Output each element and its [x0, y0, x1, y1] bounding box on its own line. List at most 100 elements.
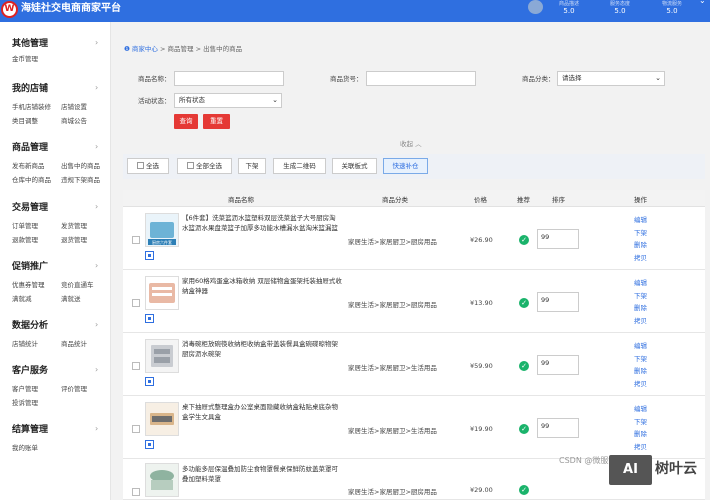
- chevron-right-icon[interactable]: ›: [95, 142, 98, 151]
- sidebar-group-title[interactable]: 商品管理: [12, 142, 48, 154]
- product-code-input[interactable]: [366, 71, 476, 86]
- sort-input[interactable]: 99: [537, 292, 579, 312]
- sidebar-item-bills[interactable]: 我的账单: [12, 444, 38, 453]
- recommend-check-icon[interactable]: ✓: [519, 235, 529, 245]
- sidebar-item-violations[interactable]: 违规下架商品: [61, 176, 100, 185]
- row-checkbox[interactable]: [132, 425, 140, 433]
- breadcrumb-level1[interactable]: 商品管理: [168, 45, 194, 53]
- sidebar-item-complaints[interactable]: 投诉管理: [12, 399, 38, 408]
- sort-input[interactable]: 99: [537, 355, 579, 375]
- chevron-right-icon[interactable]: ›: [95, 261, 98, 270]
- sidebar-group-title[interactable]: 促销推广: [12, 261, 48, 273]
- collapse-toggle[interactable]: 收起 ︿: [400, 138, 422, 148]
- sidebar-item-gift[interactable]: 满就送: [61, 295, 81, 304]
- sidebar-item-goods-stats[interactable]: 商品统计: [61, 340, 87, 349]
- sidebar-item-shop-stats[interactable]: 店铺统计: [12, 340, 38, 349]
- product-name[interactable]: 多功能多层保温叠加防尘食物罩餐桌保鲜防蚊盖菜罩可叠加塑料菜罩: [182, 464, 342, 484]
- avatar[interactable]: [528, 0, 543, 14]
- delete-link[interactable]: 删除: [634, 302, 647, 315]
- sidebar-group-title[interactable]: 客户服务: [12, 365, 48, 377]
- sidebar-item-returns[interactable]: 退货管理: [61, 236, 87, 245]
- copy-link[interactable]: 拷贝: [634, 252, 647, 265]
- delete-link[interactable]: 删除: [634, 428, 647, 441]
- breadcrumb-home[interactable]: 商家中心: [132, 45, 158, 53]
- query-button[interactable]: 查询: [174, 114, 198, 129]
- sidebar-item-publish[interactable]: 发布新商品: [12, 162, 45, 171]
- product-thumbnail[interactable]: 厨房六件套: [145, 213, 179, 247]
- product-thumbnail[interactable]: [145, 402, 179, 436]
- sort-input[interactable]: 99: [537, 229, 579, 249]
- chevron-right-icon[interactable]: ›: [95, 202, 98, 211]
- select-all-button[interactable]: 全选: [127, 158, 169, 174]
- sidebar-group-title[interactable]: 数据分析: [12, 320, 48, 332]
- activity-status-select[interactable]: 所有状态 ⌄: [174, 93, 282, 108]
- qr-code-icon[interactable]: [145, 314, 154, 323]
- recommend-check-icon[interactable]: ✓: [519, 485, 529, 495]
- unlist-link[interactable]: 下架: [634, 353, 647, 366]
- sidebar-item-shop-settings[interactable]: 店铺设置: [61, 103, 87, 112]
- sidebar-item-shipping[interactable]: 发货管理: [61, 222, 87, 231]
- select-all-pages-button[interactable]: 全部全选: [177, 158, 232, 174]
- sidebar-item-announcement[interactable]: 商城公告: [61, 117, 87, 126]
- reset-button[interactable]: 重置: [203, 114, 230, 129]
- sidebar-item-reviews[interactable]: 评价管理: [61, 385, 87, 394]
- sidebar-item-on-sale[interactable]: 出售中的商品: [61, 162, 100, 171]
- sidebar-item-orders[interactable]: 订单管理: [12, 222, 38, 231]
- copy-link[interactable]: 拷贝: [634, 441, 647, 454]
- sidebar-item-bidding[interactable]: 竞价直通车: [61, 281, 94, 290]
- qr-code-icon[interactable]: [145, 440, 154, 449]
- edit-link[interactable]: 编辑: [634, 340, 647, 353]
- product-thumbnail[interactable]: [145, 463, 179, 497]
- qr-code-icon[interactable]: [145, 251, 154, 260]
- sidebar-item-refunds[interactable]: 退款管理: [12, 236, 38, 245]
- sidebar-item-customers[interactable]: 客户管理: [12, 385, 38, 394]
- sidebar-group-title[interactable]: 其他管理: [12, 38, 48, 50]
- sidebar-item-warehouse[interactable]: 仓库中的商品: [12, 176, 51, 185]
- product-category-select[interactable]: 请选择 ⌄: [557, 71, 665, 86]
- delete-link[interactable]: 删除: [634, 239, 647, 252]
- product-name[interactable]: 桌下抽屉式整理盒办公室桌面隐藏收纳盒粘贴桌底杂物盒学生文具盒: [182, 402, 342, 422]
- copy-link[interactable]: 拷贝: [634, 378, 647, 391]
- product-thumbnail[interactable]: [145, 339, 179, 373]
- quick-restock-button[interactable]: 快速补仓: [383, 158, 428, 174]
- edit-link[interactable]: 编辑: [634, 214, 647, 227]
- product-name[interactable]: 消毒碗柜放碗筷收纳柜收纳盒带盖装餐具盒碗碟晾物架厨房沥水碗架: [182, 339, 342, 359]
- unlist-link[interactable]: 下架: [634, 416, 647, 429]
- chevron-right-icon[interactable]: ›: [95, 424, 98, 433]
- row-checkbox[interactable]: [132, 236, 140, 244]
- chevron-right-icon[interactable]: ›: [95, 320, 98, 329]
- unlist-button[interactable]: 下架: [238, 158, 266, 174]
- sidebar-item-coupons[interactable]: 优惠券管理: [12, 281, 45, 290]
- product-name[interactable]: 【6件套】洗菜篮沥水篮塑料双层洗菜盆子大号厨房淘水篮沥水果盘菜篮子加厚多功能水槽…: [182, 213, 342, 233]
- sidebar-group-title[interactable]: 我的店铺: [12, 83, 48, 95]
- generate-qr-button[interactable]: 生成二维码: [273, 158, 326, 174]
- sidebar-item-coins[interactable]: 金币管理: [12, 55, 38, 64]
- sidebar-item-mobile-decor[interactable]: 手机店铺装修: [12, 103, 51, 112]
- product-name[interactable]: 家用60格鸡蛋盒冰箱收纳 双层储物盒蛋架托装抽屉式收纳盒神器: [182, 276, 342, 296]
- chevron-right-icon[interactable]: ›: [95, 83, 98, 92]
- recommend-check-icon[interactable]: ✓: [519, 424, 529, 434]
- sort-input[interactable]: 99: [537, 418, 579, 438]
- row-checkbox[interactable]: [132, 299, 140, 307]
- chevron-right-icon[interactable]: ›: [95, 38, 98, 47]
- brand-logo[interactable]: W: [1, 1, 18, 18]
- related-layout-button[interactable]: 关联板式: [332, 158, 377, 174]
- unlist-link[interactable]: 下架: [634, 290, 647, 303]
- unlist-link[interactable]: 下架: [634, 227, 647, 240]
- product-name-input[interactable]: [174, 71, 284, 86]
- edit-link[interactable]: 编辑: [634, 277, 647, 290]
- chevron-right-icon[interactable]: ›: [95, 365, 98, 374]
- copy-link[interactable]: 拷贝: [634, 315, 647, 328]
- recommend-check-icon[interactable]: ✓: [519, 361, 529, 371]
- sidebar-item-category-adjust[interactable]: 类目调整: [12, 117, 38, 126]
- edit-link[interactable]: 编辑: [634, 403, 647, 416]
- qr-code-icon[interactable]: [145, 377, 154, 386]
- row-checkbox[interactable]: [132, 488, 140, 496]
- chevron-down-icon[interactable]: ⌄: [699, 0, 706, 5]
- sidebar-group-title[interactable]: 结算管理: [12, 424, 48, 436]
- recommend-check-icon[interactable]: ✓: [519, 298, 529, 308]
- row-checkbox[interactable]: [132, 362, 140, 370]
- sidebar-item-discount[interactable]: 满就减: [12, 295, 32, 304]
- product-thumbnail[interactable]: [145, 276, 179, 310]
- sidebar-group-title[interactable]: 交易管理: [12, 202, 48, 214]
